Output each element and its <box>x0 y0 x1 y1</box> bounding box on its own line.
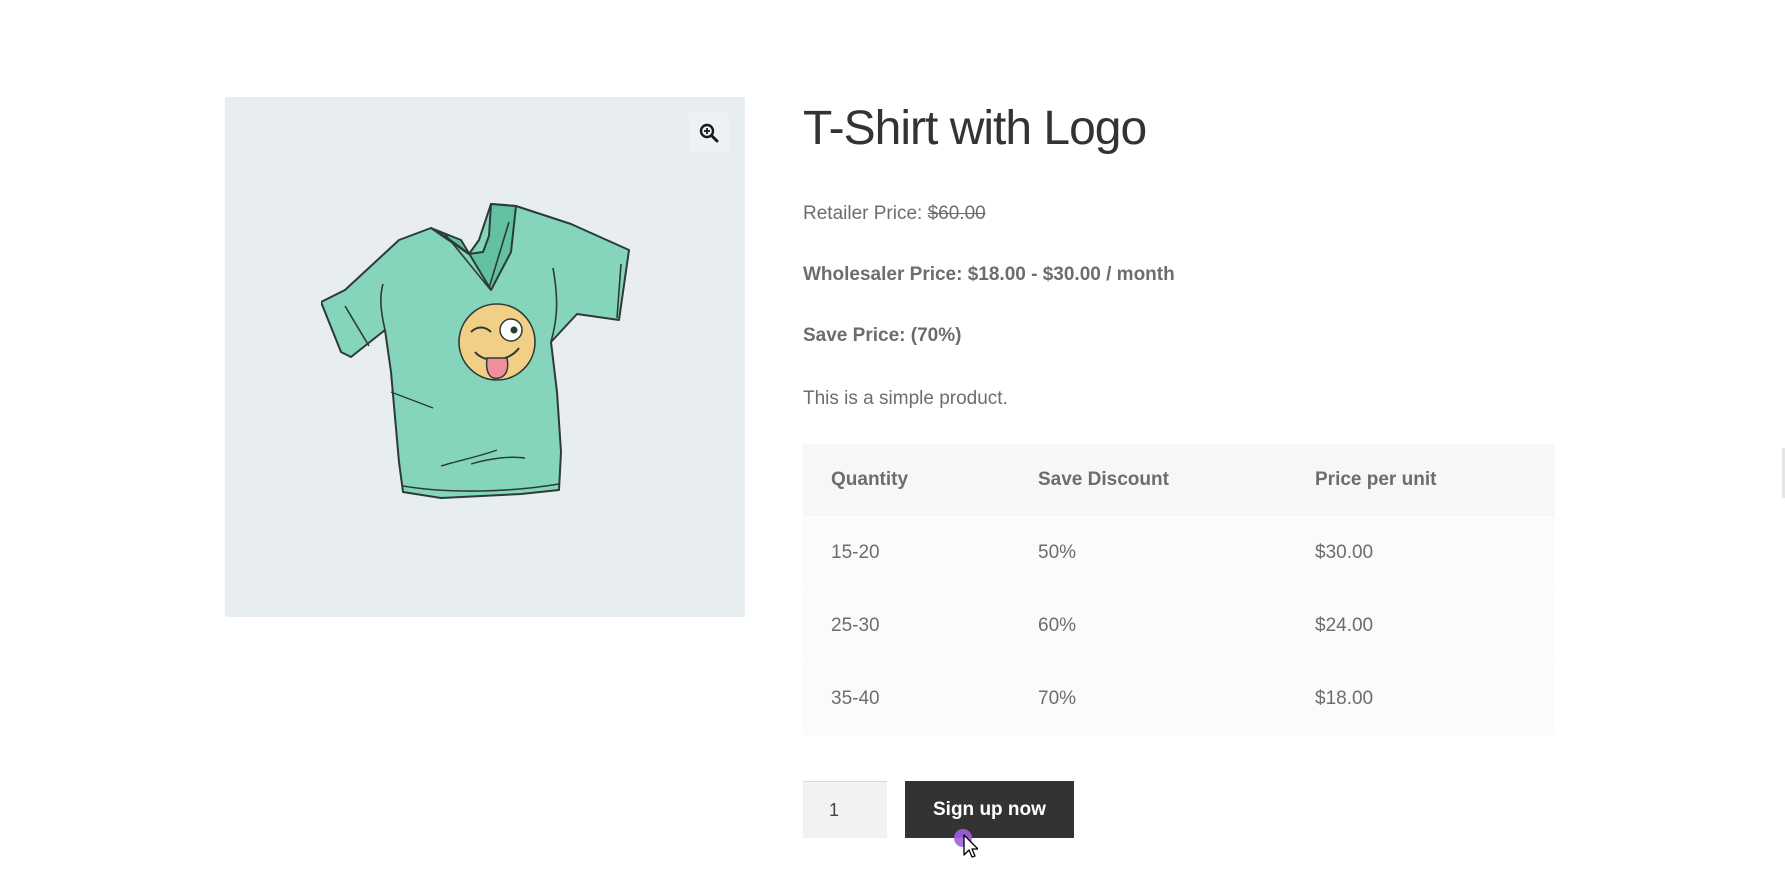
table-row: 25-30 60% $24.00 <box>803 589 1555 663</box>
table-row: 35-40 70% $18.00 <box>803 662 1555 735</box>
price-cell: $24.00 <box>1315 615 1374 636</box>
product-gallery[interactable] <box>225 97 745 617</box>
product-page: T-Shirt with Logo Retailer Price: $60.00… <box>0 0 1785 890</box>
table-header-row: Quantity Save Discount Price per unit <box>803 444 1555 517</box>
retailer-price-line: Retailer Price: $60.00 <box>803 203 986 225</box>
retailer-price-label: Retailer Price: <box>803 203 928 224</box>
mouse-cursor-icon <box>954 829 978 858</box>
quantity-input[interactable] <box>803 781 887 838</box>
sign-up-now-button[interactable]: Sign up now <box>905 781 1074 838</box>
quantity-cell: 25-30 <box>831 615 880 636</box>
add-to-cart-form: Sign up now <box>803 781 1074 838</box>
retailer-price-value: $60.00 <box>927 203 986 224</box>
price-cell: $18.00 <box>1315 688 1374 709</box>
quantity-cell: 15-20 <box>831 542 880 563</box>
save-price: Save Price: (70%) <box>803 325 962 346</box>
column-header-quantity: Quantity <box>831 469 909 490</box>
magnifier-zoom-icon <box>699 123 719 143</box>
wholesaler-price: Wholesaler Price: $18.00 - $30.00 / mont… <box>803 264 1175 285</box>
quantity-cell: 35-40 <box>831 688 880 709</box>
zoom-button[interactable] <box>689 113 729 153</box>
discount-cell: 70% <box>1038 688 1077 709</box>
column-header-save-discount: Save Discount <box>1038 469 1169 490</box>
product-summary: T-Shirt with Logo Retailer Price: $60.00… <box>803 97 1555 838</box>
tshirt-product-image <box>321 203 630 499</box>
table-row: 15-20 50% $30.00 <box>803 516 1555 590</box>
price-cell: $30.00 <box>1315 542 1374 563</box>
discount-cell: 50% <box>1038 542 1077 563</box>
product-description: This is a simple product. <box>803 388 1008 409</box>
wholesale-tier-table: Quantity Save Discount Price per unit 15… <box>803 444 1555 735</box>
column-header-price-per-unit: Price per unit <box>1315 469 1437 490</box>
product-title: T-Shirt with Logo <box>803 102 1147 155</box>
discount-cell: 60% <box>1038 615 1077 636</box>
